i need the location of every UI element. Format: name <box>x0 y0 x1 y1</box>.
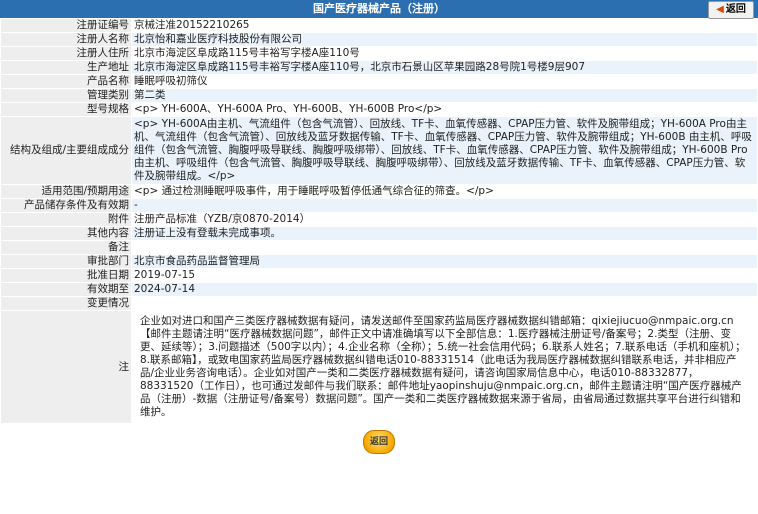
note-row: 注 企业如对进口和国产三类医疗器械数据有疑问，请发送邮件至国家药监局医疗器械数据… <box>0 310 758 424</box>
table-row: 批准日期 2019-07-15 <box>0 268 758 283</box>
table-row: 附件 注册产品标准（YZB/京0870-2014） <box>0 212 758 227</box>
field-label: 型号规格 <box>0 102 132 117</box>
table-row: 备注 <box>0 240 758 255</box>
back-button-bottom[interactable]: 返回 <box>363 430 395 454</box>
table-row: 有效期至 2024-07-14 <box>0 282 758 297</box>
field-value: 2019-07-15 <box>131 268 758 283</box>
note-text: 企业如对进口和国产三类医疗器械数据有疑问，请发送邮件至国家药监局医疗器械数据纠错… <box>131 310 758 424</box>
page-title: 国产医疗器械产品（注册） <box>313 2 445 15</box>
field-value: 北京市食品药品监督管理局 <box>131 254 758 269</box>
table-row: 产品名称 睡眠呼吸初筛仪 <box>0 74 758 89</box>
field-value: 注册证上没有登载未完成事项。 <box>131 226 758 241</box>
detail-table: 注册证编号 京械注准20152210265 注册人名称 北京怡和嘉业医疗科技股份… <box>0 18 758 424</box>
field-value: 北京市海淀区阜成路115号丰裕写字楼A座110号 <box>131 46 758 61</box>
field-label: 批准日期 <box>0 268 132 283</box>
table-row: 生产地址 北京市海淀区阜成路115号丰裕写字楼A座110号，北京市石景山区苹果园… <box>0 60 758 75</box>
back-button-top[interactable]: ◀ 返回 <box>708 1 754 19</box>
table-row: 其他内容 注册证上没有登载未完成事项。 <box>0 226 758 241</box>
field-label: 管理类别 <box>0 88 132 103</box>
field-value: 京械注准20152210265 <box>131 18 758 33</box>
back-button-label: 返回 <box>725 4 746 15</box>
field-label: 备注 <box>0 240 132 255</box>
back-arrow-icon: ◀ <box>716 4 724 15</box>
field-value: 北京市海淀区阜成路115号丰裕写字楼A座110号，北京市石景山区苹果园路28号院… <box>131 60 758 75</box>
field-value: 睡眠呼吸初筛仪 <box>131 74 758 89</box>
title-bar: 国产医疗器械产品（注册） ◀ 返回 <box>0 0 758 19</box>
field-value: <p> YH-600A由主机、气流组件（包含气流管）、回放线、TF卡、血氧传感器… <box>131 116 758 185</box>
field-label: 注册人住所 <box>0 46 132 61</box>
table-row: 注册人住所 北京市海淀区阜成路115号丰裕写字楼A座110号 <box>0 46 758 61</box>
table-row: 结构及组成/主要组成成分 <p> YH-600A由主机、气流组件（包含气流管）、… <box>0 116 758 185</box>
field-value: 2024-07-14 <box>131 282 758 297</box>
field-value: 北京怡和嘉业医疗科技股份有限公司 <box>131 32 758 47</box>
field-value <box>131 240 758 255</box>
table-row: 适用范围/预期用途 <p> 通过检测睡眠呼吸事件，用于睡眠呼吸暂停低通气综合征的… <box>0 184 758 199</box>
field-label: 注册证编号 <box>0 18 132 33</box>
table-row: 注册人名称 北京怡和嘉业医疗科技股份有限公司 <box>0 32 758 47</box>
field-label: 变更情况 <box>0 296 132 311</box>
table-row: 变更情况 <box>0 296 758 311</box>
note-label: 注 <box>0 310 132 424</box>
field-label: 有效期至 <box>0 282 132 297</box>
field-value: 第二类 <box>131 88 758 103</box>
field-label: 审批部门 <box>0 254 132 269</box>
field-value: <p> 通过检测睡眠呼吸事件，用于睡眠呼吸暂停低通气综合征的筛查。</p> <box>131 184 758 199</box>
field-label: 附件 <box>0 212 132 227</box>
table-row: 管理类别 第二类 <box>0 88 758 103</box>
field-label: 产品储存条件及有效期 <box>0 198 132 213</box>
field-value: 注册产品标准（YZB/京0870-2014） <box>131 212 758 227</box>
field-label: 适用范围/预期用途 <box>0 184 132 199</box>
page: 国产医疗器械产品（注册） ◀ 返回 注册证编号 京械注准20152210265 注… <box>0 0 758 454</box>
field-value: - <box>131 198 758 213</box>
table-row: 审批部门 北京市食品药品监督管理局 <box>0 254 758 269</box>
field-label: 结构及组成/主要组成成分 <box>0 116 132 185</box>
table-row: 注册证编号 京械注准20152210265 <box>0 18 758 33</box>
table-row: 型号规格 <p> YH-600A、YH-600A Pro、YH-600B、YH-… <box>0 102 758 117</box>
field-label: 其他内容 <box>0 226 132 241</box>
field-label: 产品名称 <box>0 74 132 89</box>
table-row: 产品储存条件及有效期 - <box>0 198 758 213</box>
field-label: 注册人名称 <box>0 32 132 47</box>
field-value <box>131 296 758 311</box>
field-label: 生产地址 <box>0 60 132 75</box>
field-value: <p> YH-600A、YH-600A Pro、YH-600B、YH-600B … <box>131 102 758 117</box>
footer: 返回 <box>0 430 758 454</box>
